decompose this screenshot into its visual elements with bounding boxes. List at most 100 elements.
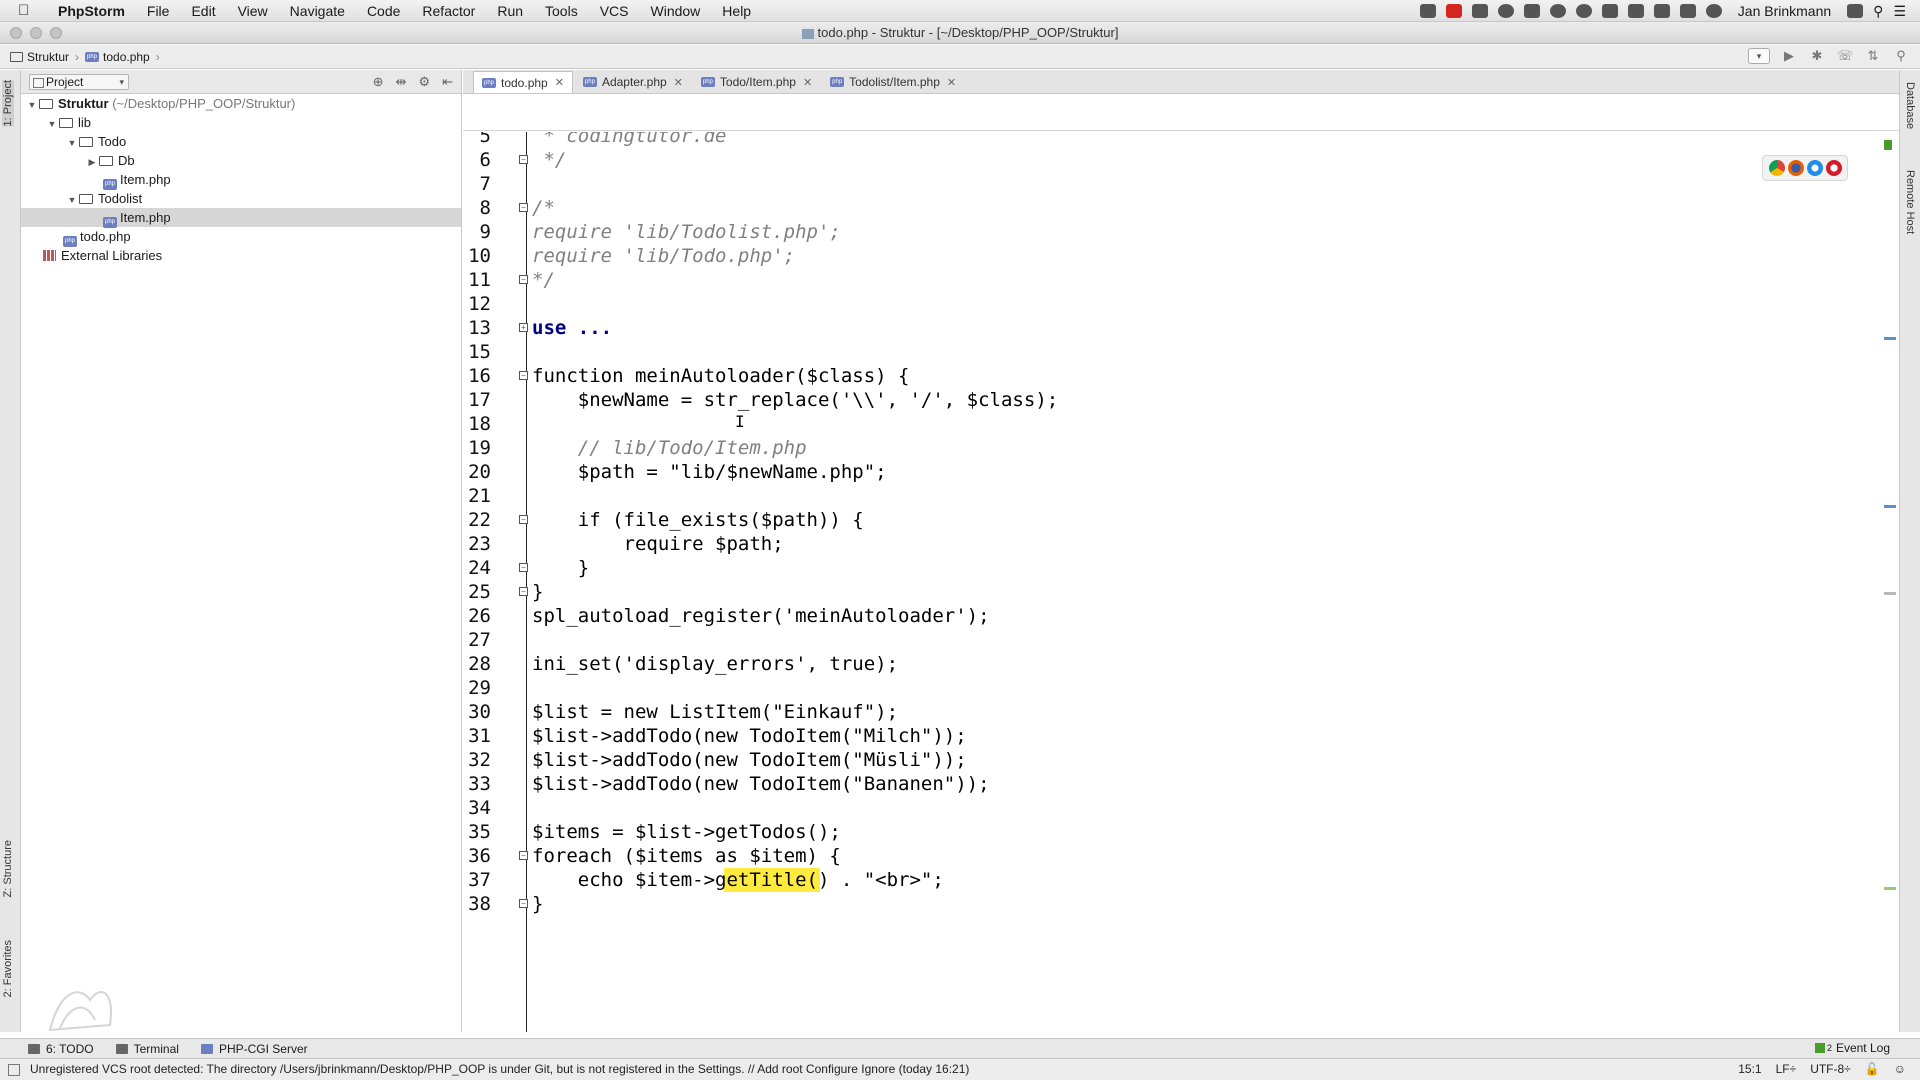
status-message[interactable]: Unregistered VCS root detected: The dire… — [30, 1062, 969, 1076]
tree-item-todo-item-php[interactable]: php Item.php — [21, 170, 461, 190]
tray-evernote-icon[interactable] — [1523, 4, 1540, 18]
firefox-browser-icon[interactable] — [1787, 160, 1804, 176]
code-line[interactable]: require $path; — [532, 532, 784, 556]
menu-window[interactable]: Window — [640, 3, 712, 19]
menu-tools[interactable]: Tools — [534, 3, 589, 19]
code-line[interactable]: } — [532, 580, 543, 604]
code-line[interactable]: */ — [532, 148, 566, 172]
tree-item-todo[interactable]: ▼ Todo — [21, 132, 461, 151]
tab-todo-php[interactable]: php todo.php ✕ — [473, 71, 573, 93]
menu-app-name[interactable]: PhpStorm — [50, 3, 136, 19]
scroll-from-source-icon[interactable]: ⊕ — [373, 74, 384, 90]
tray-creative-cloud-icon[interactable] — [1575, 4, 1592, 18]
code-line[interactable]: $list->addTodo(new TodoItem("Milch")); — [532, 724, 967, 748]
close-tab-icon[interactable]: ✕ — [555, 76, 564, 89]
code-line[interactable]: $path = "lib/$newName.php"; — [532, 460, 887, 484]
code-line[interactable]: ini_set('display_errors', true); — [532, 652, 898, 676]
tray-time-machine-icon[interactable] — [1705, 4, 1722, 18]
code-editor[interactable]: 5 6 7 8 9 10 11 12 13 15 16 17 18 19 20 … — [463, 132, 1899, 1032]
notification-center-icon[interactable]: ☰ — [1893, 3, 1906, 20]
scroll-mark[interactable] — [1884, 592, 1896, 595]
code-line[interactable]: $list->addTodo(new TodoItem("Bananen")); — [532, 772, 990, 796]
menu-run[interactable]: Run — [486, 3, 534, 19]
scroll-mark[interactable] — [1884, 887, 1896, 890]
code-line[interactable]: // lib/Todo/Item.php — [532, 436, 807, 460]
menu-vcs[interactable]: VCS — [589, 3, 640, 19]
tree-item-db[interactable]: ▶ Db — [21, 151, 461, 170]
tab-todolist-item-php[interactable]: php Todolist/Item.php ✕ — [822, 71, 964, 93]
readonly-lock-icon[interactable]: 🔓 — [1865, 1059, 1880, 1080]
event-log-button[interactable]: 2 Event Log — [1814, 1041, 1890, 1055]
line-separator[interactable]: LF÷ — [1776, 1059, 1797, 1080]
code-line[interactable]: require 'lib/Todolist.php'; — [532, 220, 841, 244]
breadcrumb-project[interactable]: Struktur — [27, 50, 69, 64]
tray-lock-icon[interactable] — [1847, 4, 1864, 18]
code-line[interactable]: $list = new ListItem("Einkauf"); — [532, 700, 898, 724]
code-line-function-decl[interactable]: function meinAutoloader($class) { — [532, 364, 910, 388]
opera-browser-icon[interactable] — [1825, 160, 1842, 176]
tool-tab-favorites[interactable]: 2: Favorites — [2, 940, 14, 997]
search-everywhere-icon[interactable]: ⚲ — [1892, 48, 1910, 64]
close-tab-icon[interactable]: ✕ — [947, 76, 956, 89]
run-config-dropdown[interactable]: ▾ — [1748, 48, 1770, 64]
tool-tab-project[interactable]: 1: Project — [2, 80, 14, 127]
user-name[interactable]: Jan Brinkmann — [1738, 3, 1831, 19]
code-line[interactable]: */ — [532, 268, 555, 292]
tray-volume-icon[interactable] — [1653, 4, 1670, 18]
tree-item-struktur[interactable]: ▼ Struktur (~/Desktop/PHP_OOP/Struktur) — [21, 94, 461, 113]
debug-icon[interactable]: ✱ — [1808, 48, 1826, 64]
code-line[interactable]: foreach ($items as $item) { — [532, 844, 841, 868]
tray-info-icon[interactable] — [1497, 4, 1514, 18]
fold-marker-icon[interactable]: − — [519, 587, 528, 596]
tree-item-external-libraries[interactable]: External Libraries — [21, 246, 461, 265]
fold-marker-icon[interactable]: − — [519, 203, 528, 212]
editor-status-marker[interactable] — [1884, 140, 1892, 150]
menu-file[interactable]: File — [136, 3, 181, 19]
fold-marker-icon[interactable]: − — [519, 275, 528, 284]
fold-marker-icon[interactable]: − — [519, 563, 528, 572]
menu-edit[interactable]: Edit — [180, 3, 226, 19]
code-line[interactable]: } — [532, 892, 543, 916]
fold-marker-icon[interactable]: − — [519, 899, 528, 908]
apple-menu-icon[interactable]:  — [18, 2, 36, 19]
code-line[interactable]: if (file_exists($path)) { — [532, 508, 864, 532]
inspection-profile-icon[interactable]: ☺ — [1894, 1059, 1906, 1080]
tray-plus-icon[interactable] — [1627, 4, 1644, 18]
fold-marker-icon[interactable]: − — [519, 851, 528, 860]
tab-adapter-php[interactable]: php Adapter.php ✕ — [575, 71, 691, 93]
run-icon[interactable]: ▶ — [1780, 48, 1798, 64]
tree-item-todolist-item-php[interactable]: php Item.php — [21, 208, 461, 228]
code-line[interactable]: require 'lib/Todo.php'; — [532, 244, 795, 268]
hide-panel-icon[interactable]: ⇤ — [442, 74, 453, 90]
code-line[interactable]: $items = $list->getTodos(); — [532, 820, 841, 844]
code-line[interactable]: spl_autoload_register('meinAutoloader'); — [532, 604, 990, 628]
scroll-mark[interactable] — [1884, 505, 1896, 508]
code-line[interactable]: } — [532, 556, 589, 580]
project-view-selector[interactable]: Project — [29, 73, 129, 90]
tray-leaf-icon[interactable] — [1549, 4, 1566, 18]
toggle-tool-windows-icon[interactable] — [8, 1064, 20, 1076]
caret-position[interactable]: 15:1 — [1738, 1059, 1761, 1080]
menu-help[interactable]: Help — [711, 3, 762, 19]
breadcrumb-file[interactable]: todo.php — [103, 50, 150, 64]
settings-gear-icon[interactable]: ⚙ — [418, 74, 430, 90]
file-encoding[interactable]: UTF-8÷ — [1810, 1059, 1851, 1080]
tool-tab-remote-host[interactable]: Remote Host — [1904, 170, 1916, 234]
code-line[interactable]: * codingtutor.de — [532, 132, 726, 148]
tab-todo-item-php[interactable]: php Todo/Item.php ✕ — [693, 71, 820, 93]
window-zoom-button[interactable] — [50, 27, 62, 39]
collapse-all-icon[interactable]: ⇹ — [396, 74, 407, 90]
code-line[interactable]: $newName = str_replace('\\', '/', $class… — [532, 388, 1058, 412]
tray-dropbox-icon[interactable] — [1601, 4, 1618, 18]
menu-navigate[interactable]: Navigate — [279, 3, 356, 19]
window-minimize-button[interactable] — [30, 27, 42, 39]
code-line[interactable]: /* — [532, 196, 555, 220]
menu-view[interactable]: View — [227, 3, 279, 19]
tree-item-todo-php[interactable]: php todo.php — [21, 227, 461, 247]
code-line[interactable]: use ... — [532, 316, 612, 340]
tool-tab-database[interactable]: Database — [1904, 82, 1916, 129]
chrome-browser-icon[interactable] — [1768, 160, 1785, 176]
safari-browser-icon[interactable] — [1806, 160, 1823, 176]
menu-refactor[interactable]: Refactor — [411, 3, 486, 19]
tool-tab-terminal[interactable]: Terminal — [115, 1042, 179, 1056]
